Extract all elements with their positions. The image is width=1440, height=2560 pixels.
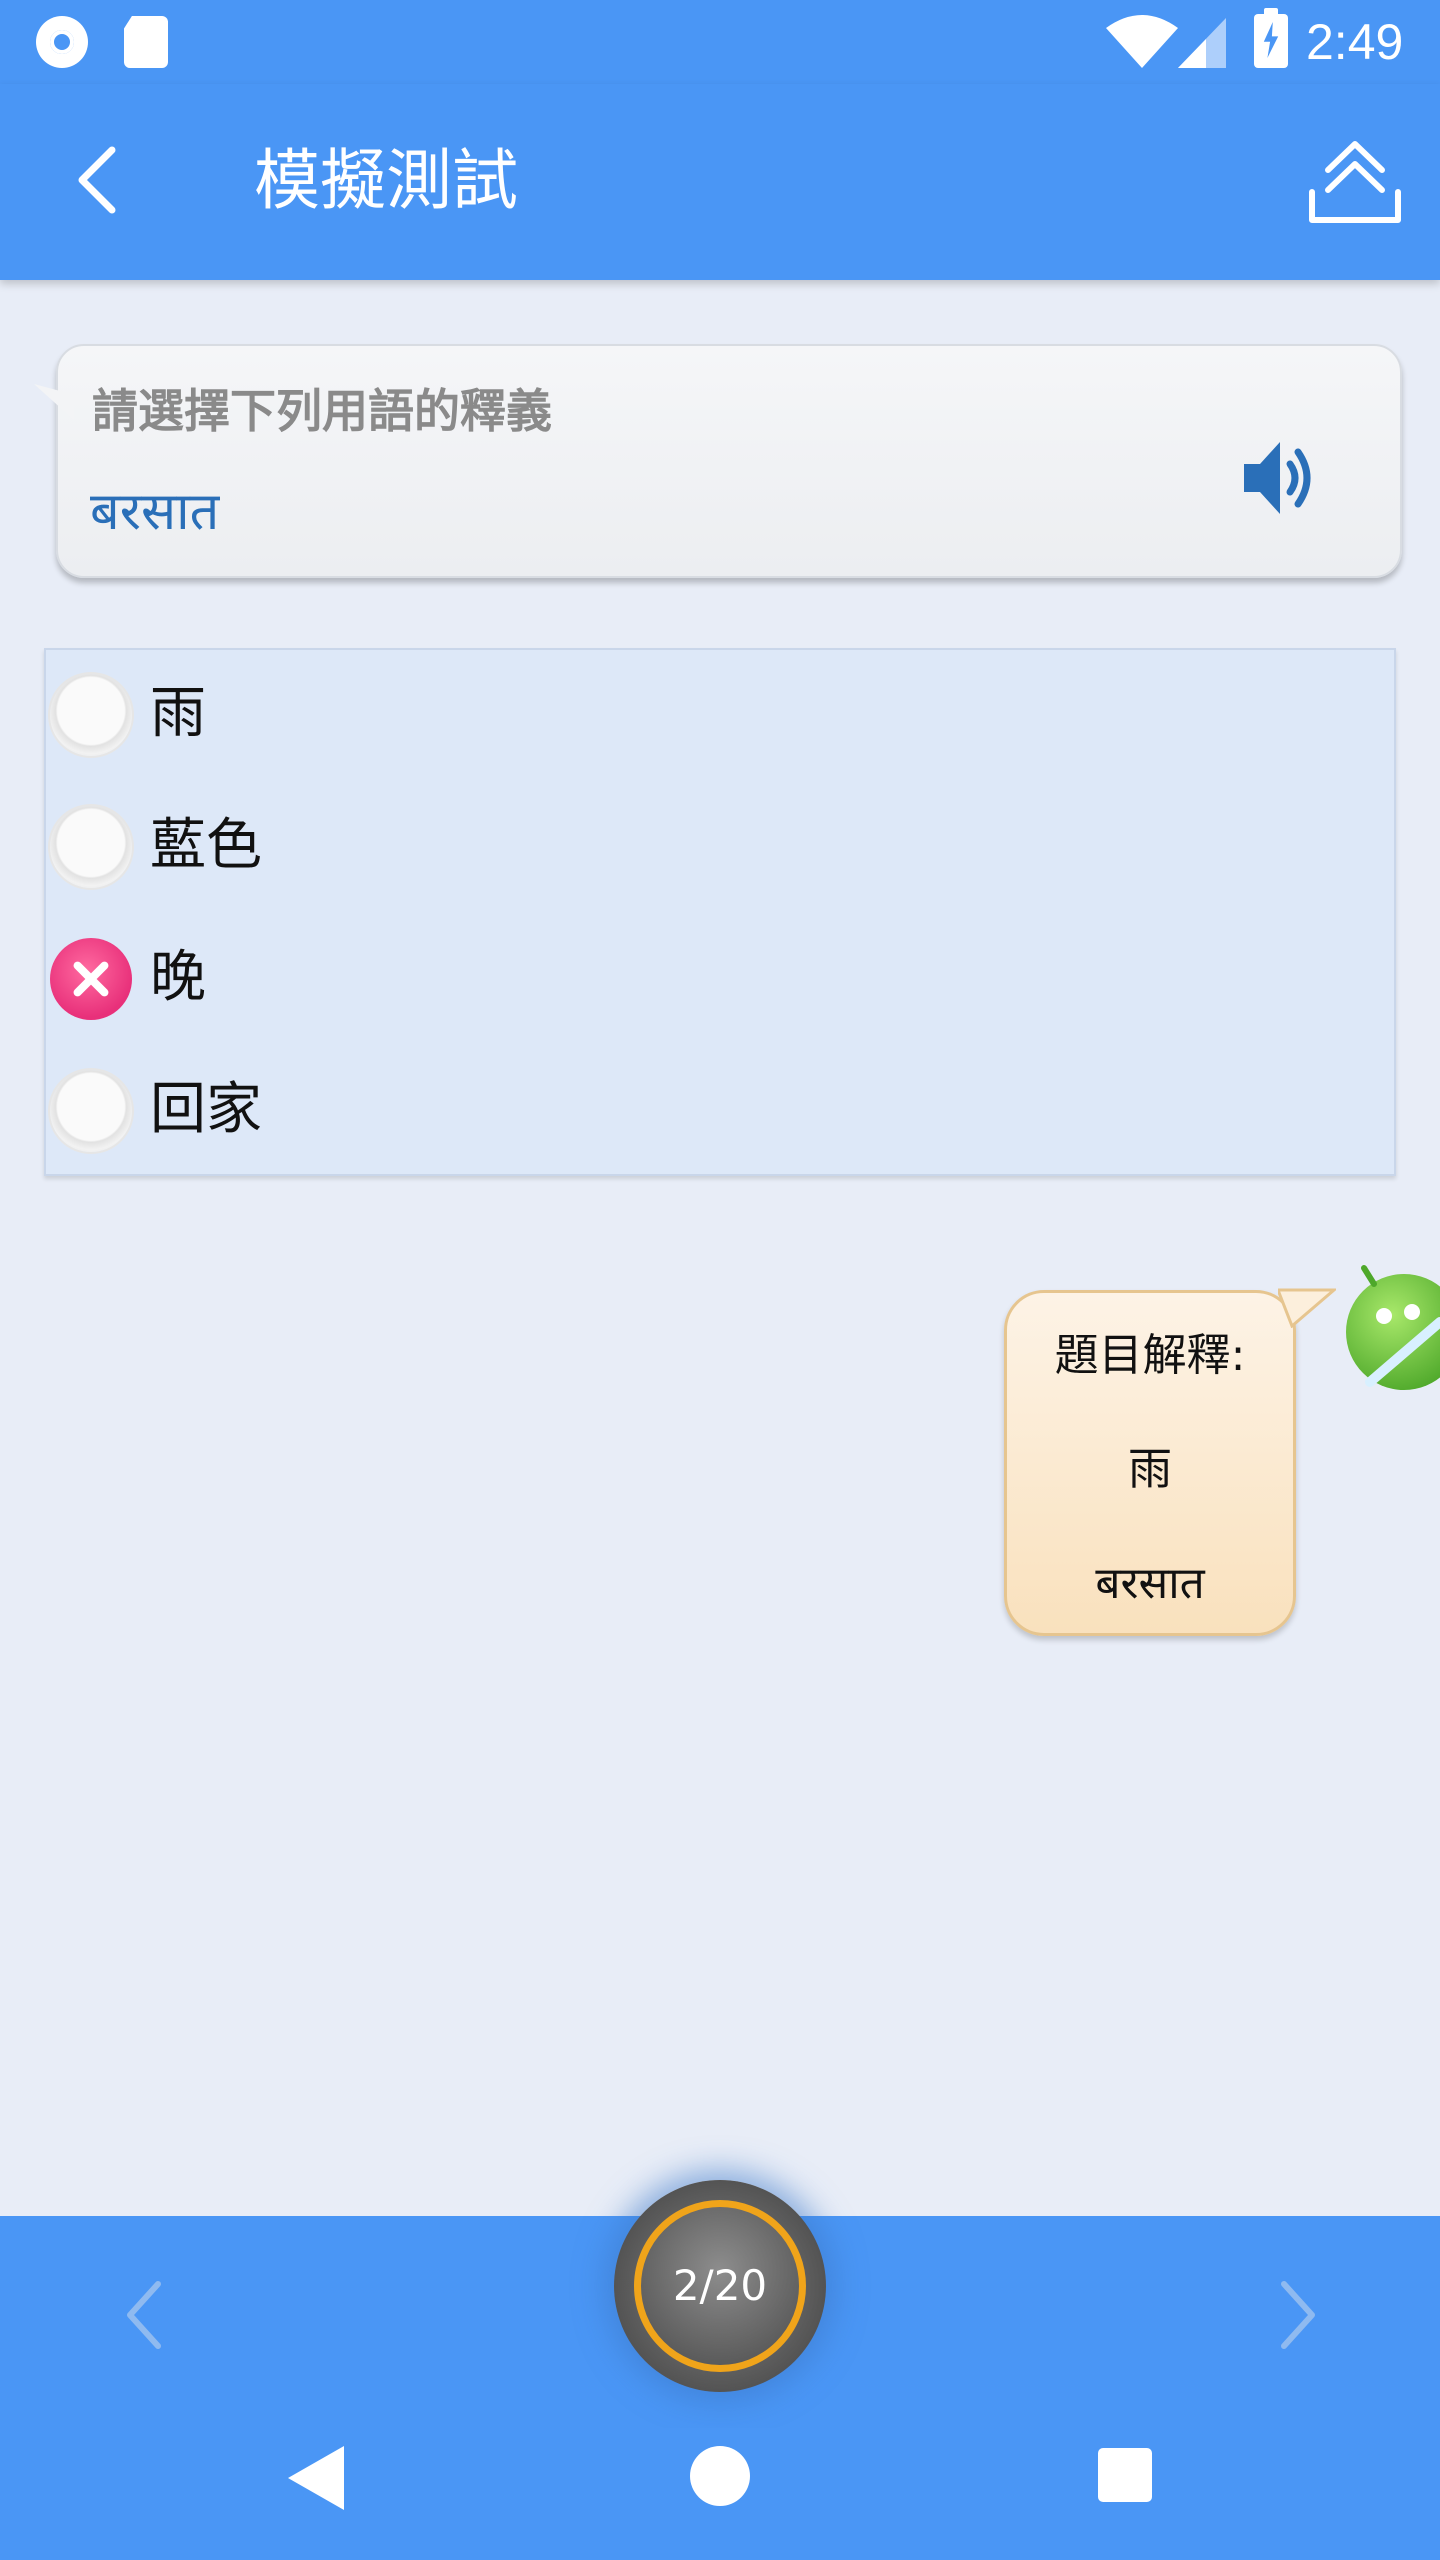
question-term: बरसात — [90, 482, 220, 542]
option-item[interactable]: 回家 — [44, 1044, 1396, 1176]
explanation-term: बरसात — [1095, 1558, 1205, 1609]
previous-question-button[interactable] — [110, 2270, 180, 2360]
option-label: 回家 — [150, 1077, 262, 1142]
battery-charging-icon — [1254, 8, 1288, 68]
system-home-icon[interactable] — [690, 2446, 750, 2506]
chevron-left-icon — [78, 146, 116, 214]
option-item[interactable]: 雨 — [44, 648, 1396, 780]
explanation-title: 題目解釋: — [1054, 1330, 1246, 1381]
app-bar — [0, 84, 1440, 280]
explanation-answer: 雨 — [1128, 1444, 1172, 1495]
sd-card-icon — [124, 16, 168, 68]
chevron-left-icon — [127, 2281, 161, 2349]
record-icon — [36, 16, 88, 68]
back-button[interactable] — [60, 140, 140, 220]
page-title: 模擬測試 — [254, 142, 518, 219]
option-item[interactable]: 晚 — [44, 912, 1396, 1044]
play-audio-button[interactable] — [1240, 430, 1320, 526]
option-label: 晚 — [150, 945, 206, 1010]
system-recents-icon[interactable] — [1098, 2448, 1152, 2502]
radio-button[interactable] — [50, 806, 132, 888]
mascot-avatar-icon — [1346, 1265, 1440, 1390]
wifi-icon — [1106, 15, 1178, 68]
chevron-right-icon — [1281, 2281, 1315, 2349]
option-label: 雨 — [150, 681, 206, 746]
speaker-icon — [1244, 442, 1311, 514]
upload-icon — [1309, 141, 1401, 223]
signal-icon — [1178, 18, 1226, 68]
option-item[interactable]: 藍色 — [44, 780, 1396, 912]
wrong-answer-icon[interactable] — [50, 938, 132, 1020]
upload-button[interactable] — [1300, 130, 1410, 230]
question-counter-label: 2/20 — [672, 2261, 768, 2310]
next-question-button[interactable] — [1262, 2270, 1332, 2360]
radio-button[interactable] — [50, 674, 132, 756]
radio-button[interactable] — [50, 1070, 132, 1152]
question-prompt: 請選擇下列用語的釋義 — [92, 384, 552, 438]
option-label: 藍色 — [150, 813, 262, 878]
explanation-bubble-tail — [1278, 1288, 1336, 1328]
status-time: 2:49 — [1306, 14, 1404, 70]
